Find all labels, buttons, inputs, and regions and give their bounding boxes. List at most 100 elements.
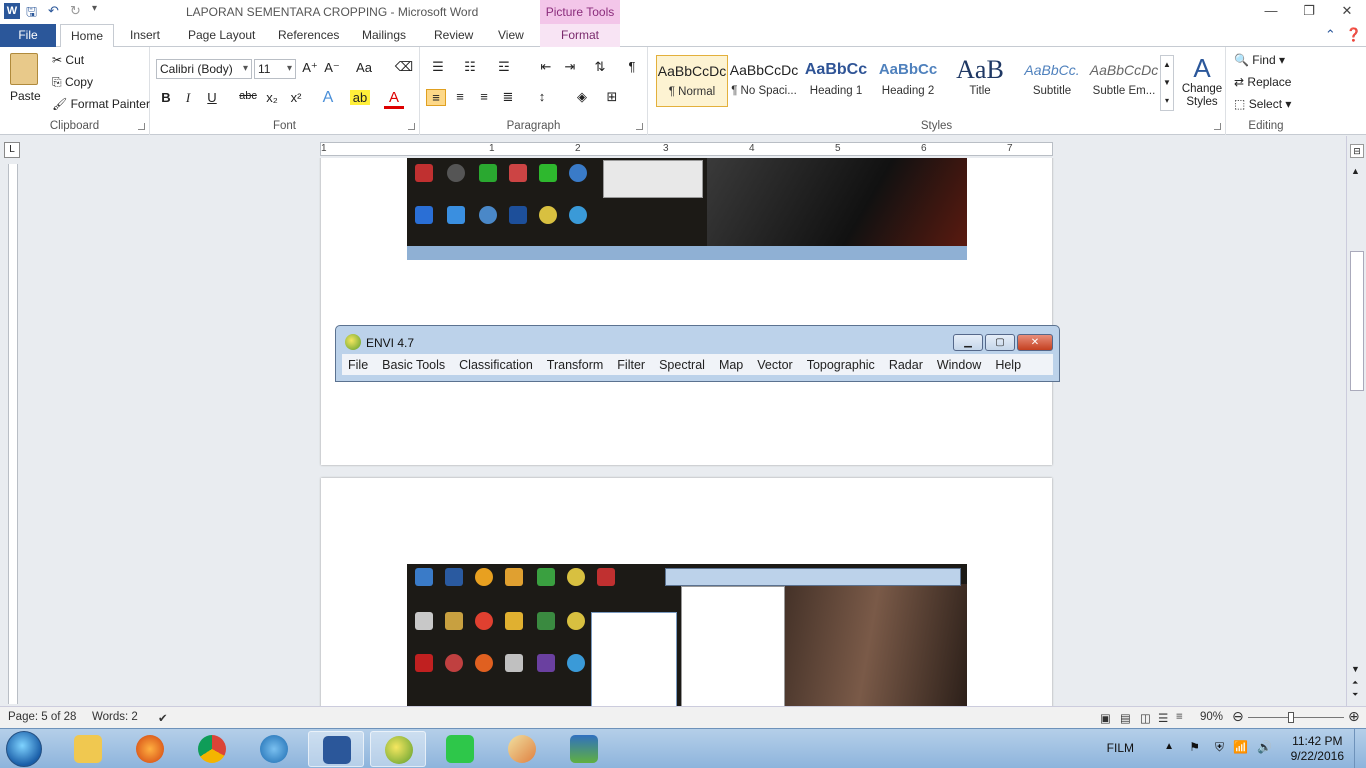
zoom-in-icon[interactable]: ⊕ [1348,708,1360,725]
view-ruler-icon[interactable]: ⊟ [1350,144,1364,158]
envi-maximize-icon[interactable]: ▢ [985,334,1015,351]
vertical-ruler-bar[interactable] [8,164,18,704]
envi-menu-file[interactable]: File [348,358,368,372]
tab-insert[interactable]: Insert [120,24,170,47]
envi-menu-spectral[interactable]: Spectral [659,358,705,372]
save-icon[interactable]: 🖫 [26,3,42,19]
cut-icon[interactable]: ✂ [52,53,62,67]
zoom-out-icon[interactable]: ⊖ [1232,708,1244,725]
justify-icon[interactable]: ≣ [498,89,518,105]
numbering-icon[interactable]: ☷ [460,59,480,75]
volume-icon[interactable]: 🔊 [1257,740,1272,754]
tab-selector-icon[interactable]: L [4,142,20,158]
language-indicator[interactable]: FILM [1107,741,1134,755]
style-normal[interactable]: AaBbCcDc ¶ Normal [656,55,728,107]
show-marks-icon[interactable]: ¶ [622,59,642,74]
strikethrough-icon[interactable]: abc [238,90,258,102]
style-heading-1[interactable]: AaBbCc Heading 1 [800,55,872,107]
vertical-scrollbar[interactable]: ⊟ ▲ ▼ ⏶ ⏷ [1346,136,1366,706]
envi-menu-window[interactable]: Window [937,358,981,372]
print-layout-icon[interactable]: ▣ [1100,711,1111,725]
draft-icon[interactable]: ≡ [1176,711,1183,723]
envi-menu-filter[interactable]: Filter [617,358,645,372]
bold-icon[interactable]: B [156,90,176,105]
taskbar-explorer[interactable] [60,731,116,767]
change-styles-button[interactable]: A Change Styles [1182,53,1222,109]
tab-review[interactable]: Review [424,24,483,47]
text-effects-icon[interactable]: A [318,89,338,107]
grow-font-icon[interactable]: A⁺ [300,60,320,76]
proofing-icon[interactable]: ✔ [158,711,168,725]
tab-home[interactable]: Home [60,24,115,48]
bullets-icon[interactable]: ☰ [428,59,448,75]
envi-menu-transform[interactable]: Transform [547,358,604,372]
tab-format[interactable]: Format [540,24,620,47]
minimize-button[interactable]: — [1252,0,1290,22]
envi-menu-help[interactable]: Help [995,358,1021,372]
styles-scroll-icon[interactable]: ▲ ▼ ▾ [1160,55,1174,111]
cut-button[interactable]: Cut [65,53,84,67]
align-right-icon[interactable]: ≡ [474,89,494,104]
paste-button[interactable]: Paste [10,89,41,103]
redo-icon[interactable]: ↻ [70,3,86,19]
taskbar-word[interactable] [308,731,364,767]
clear-formatting-icon[interactable]: ⌫ [394,59,414,75]
font-size-select[interactable]: 11 [254,59,296,79]
clipboard-launcher-icon[interactable] [138,123,145,130]
desktop-screenshot-image-2[interactable] [407,564,967,706]
replace-button[interactable]: Replace [1247,75,1291,89]
word-logo-icon[interactable]: W [4,3,20,19]
undo-icon[interactable]: ↶ [48,3,64,19]
clock[interactable]: 11:42 PM 9/22/2016 [1291,734,1344,764]
tab-page-layout[interactable]: Page Layout [178,24,265,47]
outline-icon[interactable]: ☰ [1158,711,1168,725]
scroll-down-icon[interactable]: ▼ [1351,664,1360,674]
scroll-up-icon[interactable]: ▲ [1351,166,1360,176]
envi-menu-basic-tools[interactable]: Basic Tools [382,358,445,372]
italic-icon[interactable]: I [178,90,198,106]
borders-icon[interactable]: ⊞ [602,89,622,105]
style-no-spacing[interactable]: AaBbCcDc ¶ No Spaci... [728,55,800,107]
web-layout-icon[interactable]: ◫ [1140,711,1151,725]
zoom-level[interactable]: 90% [1200,711,1223,723]
tab-mailings[interactable]: Mailings [352,24,416,47]
security-icon[interactable]: ⛨ [1215,740,1224,755]
select-icon[interactable]: ⬚ [1234,97,1245,111]
copy-icon[interactable]: ⎘ [52,75,62,89]
shrink-font-icon[interactable]: A⁻ [322,60,342,76]
envi-minimize-icon[interactable]: ▁ [953,334,983,351]
copy-button[interactable]: Copy [65,75,93,89]
font-launcher-icon[interactable] [408,123,415,130]
font-color-icon[interactable]: A [384,89,404,109]
find-button[interactable]: Find [1252,53,1275,67]
style-subtle-emphasis[interactable]: AaBbCcDc Subtle Em... [1088,55,1160,107]
select-button[interactable]: Select [1249,97,1282,111]
line-spacing-icon[interactable]: ↕ [532,89,552,104]
format-painter-button[interactable]: Format Painter [71,97,150,111]
help-icon[interactable]: ❓ [1346,27,1362,43]
multilevel-list-icon[interactable]: ☲ [494,59,514,75]
paste-icon[interactable] [10,53,38,85]
underline-icon[interactable]: U [202,90,222,105]
style-heading-2[interactable]: AaBbCc Heading 2 [872,55,944,107]
minimize-ribbon-icon[interactable]: ⌃ [1325,27,1336,43]
envi-menu-map[interactable]: Map [719,358,743,372]
taskbar-search-tool[interactable] [246,731,302,767]
taskbar-paint[interactable] [494,731,550,767]
align-left-icon[interactable]: ≡ [426,89,446,106]
shading-icon[interactable]: ◈ [572,89,592,105]
envi-menu-classification[interactable]: Classification [459,358,533,372]
restore-button[interactable]: ❐ [1290,0,1328,22]
change-case-icon[interactable]: Aa [354,60,374,75]
taskbar-map-app[interactable] [556,731,612,767]
highlight-icon[interactable]: ab [350,90,370,105]
show-desktop-button[interactable] [1354,729,1366,768]
taskbar-firefox[interactable] [122,731,178,767]
close-button[interactable]: ✕ [1328,0,1366,22]
action-center-icon[interactable]: ⚑ [1189,740,1200,754]
taskbar-line[interactable] [432,731,488,767]
decrease-indent-icon[interactable]: ⇤ [536,59,556,75]
show-hidden-icons-icon[interactable]: ▲ [1164,741,1174,752]
envi-menu-topographic[interactable]: Topographic [807,358,875,372]
word-count[interactable]: Words: 2 [92,711,138,723]
